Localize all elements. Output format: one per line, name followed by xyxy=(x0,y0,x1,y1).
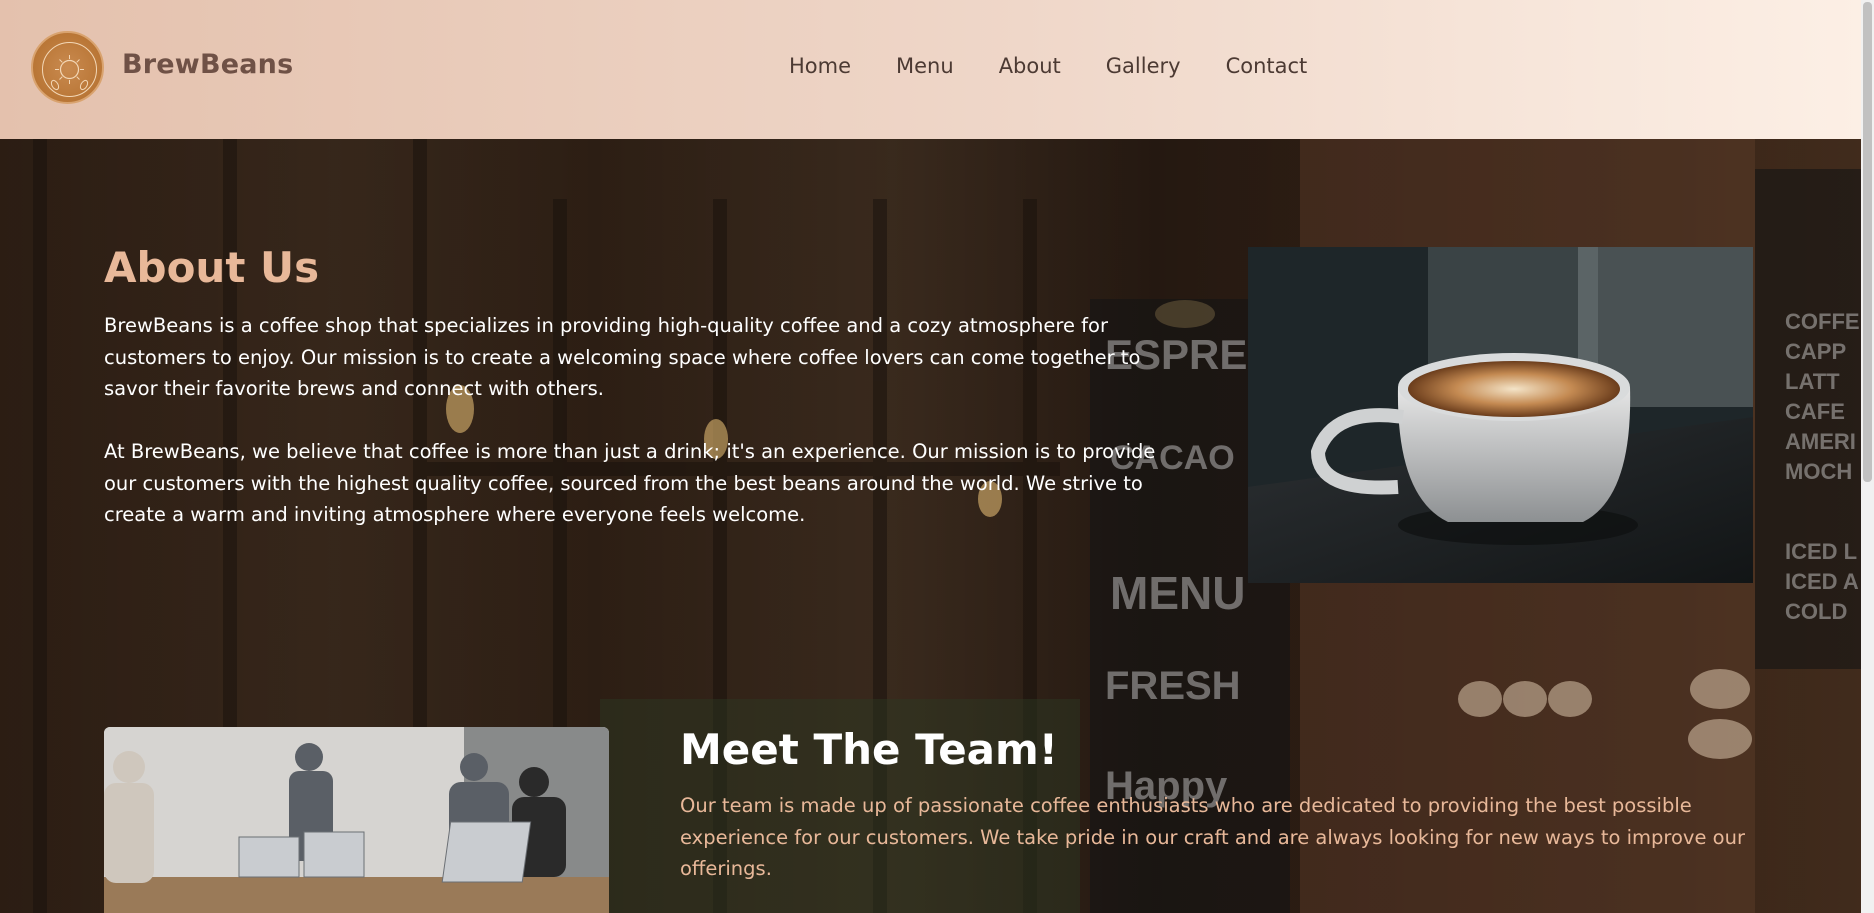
about-paragraph-1: BrewBeans is a coffee shop that speciali… xyxy=(104,314,1141,400)
svg-text:COLD: COLD xyxy=(1785,599,1847,624)
coffee-cup-image xyxy=(1248,247,1753,583)
svg-text:ICED A: ICED A xyxy=(1785,569,1859,594)
logo-icon[interactable] xyxy=(31,31,104,104)
site-header: BrewBeans Home Menu About Gallery Contac… xyxy=(0,0,1861,139)
page-scrollbar[interactable] xyxy=(1861,0,1874,913)
team-description: Our team is made up of passionate coffee… xyxy=(680,794,1745,880)
about-paragraph-2: At BrewBeans, we believe that coffee is … xyxy=(104,440,1156,526)
svg-text:COFFE: COFFE xyxy=(1785,309,1860,334)
svg-text:FRESH: FRESH xyxy=(1105,664,1241,708)
svg-text:MOCH: MOCH xyxy=(1785,459,1852,484)
nav-home[interactable]: Home xyxy=(789,54,851,78)
nav-menu[interactable]: Menu xyxy=(896,54,954,78)
svg-text:CAPP: CAPP xyxy=(1785,339,1846,364)
nav-contact[interactable]: Contact xyxy=(1226,54,1308,78)
svg-text:AMERI: AMERI xyxy=(1785,429,1856,454)
nav-about[interactable]: About xyxy=(999,54,1061,78)
about-title: About Us xyxy=(104,243,320,292)
svg-text:ICED L: ICED L xyxy=(1785,539,1857,564)
svg-text:MENU: MENU xyxy=(1110,567,1245,619)
svg-text:CAFE: CAFE xyxy=(1785,399,1845,424)
svg-text:LATT: LATT xyxy=(1785,369,1840,394)
nav-gallery[interactable]: Gallery xyxy=(1106,54,1181,78)
team-meeting-image xyxy=(104,727,609,913)
scrollbar-thumb[interactable] xyxy=(1863,2,1872,482)
team-title: Meet The Team! xyxy=(680,725,1058,774)
main-nav: Home Menu About Gallery Contact xyxy=(789,54,1352,78)
brand-name[interactable]: BrewBeans xyxy=(122,49,293,80)
